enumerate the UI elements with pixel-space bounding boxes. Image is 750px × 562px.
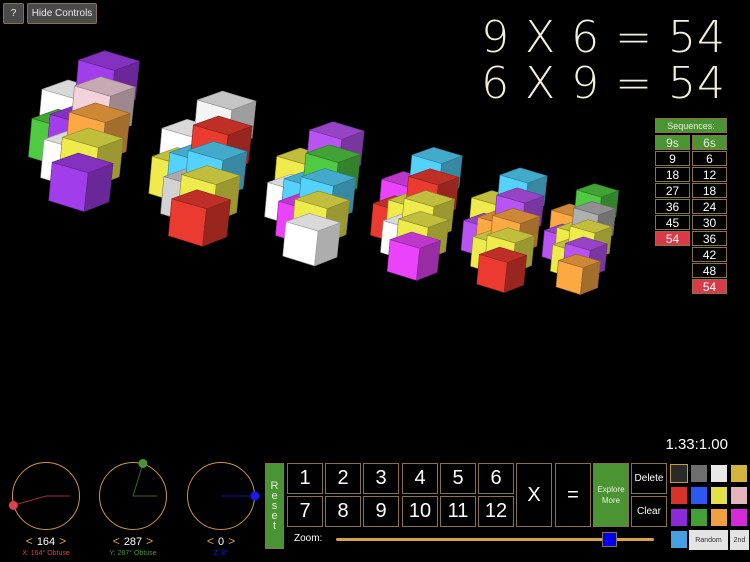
sequence-value: 27 xyxy=(655,183,690,198)
more-label: More xyxy=(601,496,621,505)
dial-handle[interactable] xyxy=(250,491,259,500)
number-button-10[interactable]: 10 xyxy=(402,496,438,527)
rotation-x-caption: X: 164° Obtuse xyxy=(22,550,70,557)
equation-primary: 9 X 6 = 54 xyxy=(481,12,726,63)
clear-button[interactable]: Clear xyxy=(631,496,667,527)
rotation-x-increment[interactable]: > xyxy=(59,534,66,548)
rotation-x-dial[interactable] xyxy=(8,462,80,530)
sequence-value: 18 xyxy=(692,183,727,198)
explore-more-button[interactable]: Explore More xyxy=(593,463,629,527)
number-button-6[interactable]: 6 xyxy=(478,463,514,494)
sequence-value: 54 xyxy=(692,279,727,294)
rotation-y-increment[interactable]: > xyxy=(146,534,153,548)
equation-commuted: 6 X 9 = 54 xyxy=(481,58,726,109)
color-swatch[interactable] xyxy=(690,486,708,505)
cube xyxy=(386,231,441,281)
rotation-y-caption: Y: 287° Obtuse xyxy=(109,550,157,557)
color-swatch[interactable] xyxy=(670,530,688,549)
number-button-7[interactable]: 7 xyxy=(287,496,323,527)
number-button-9[interactable]: 9 xyxy=(363,496,399,527)
sequence-value: 6 xyxy=(692,151,727,166)
zoom-label: Zoom: xyxy=(294,533,323,544)
sequence-value: 54 xyxy=(655,231,690,246)
reset-letter: t xyxy=(272,520,277,532)
cube xyxy=(282,213,341,267)
rotation-z-indicator xyxy=(220,491,259,500)
color-swatch[interactable] xyxy=(730,486,748,505)
color-swatch[interactable] xyxy=(670,464,688,483)
second-palette-button[interactable]: 2nd xyxy=(730,530,749,550)
rotation-y-indicator xyxy=(131,458,157,496)
number-button-2[interactable]: 2 xyxy=(325,463,361,494)
rotation-z-increment[interactable]: > xyxy=(228,534,235,548)
sequence-value: 36 xyxy=(655,199,690,214)
rotation-x-indicator xyxy=(8,495,70,510)
rotation-z-decrement[interactable]: < xyxy=(207,534,214,548)
number-button-12[interactable]: 12 xyxy=(478,496,514,527)
color-swatch[interactable] xyxy=(730,464,748,483)
sequence-value: 12 xyxy=(692,167,727,182)
cube xyxy=(476,246,528,293)
number-button-4[interactable]: 4 xyxy=(402,463,438,494)
sequence-value: 18 xyxy=(655,167,690,182)
sequence-value: 36 xyxy=(692,231,727,246)
rotation-z-dial[interactable] xyxy=(187,462,259,530)
sequence-value: 30 xyxy=(692,215,727,230)
number-button-8[interactable]: 8 xyxy=(325,496,361,527)
aspect-ratio-readout: 1.33:1.00 xyxy=(665,436,728,453)
cube xyxy=(168,189,231,247)
dial-needle xyxy=(131,462,157,496)
number-button-11[interactable]: 11 xyxy=(440,496,476,527)
sequence-value: 45 xyxy=(655,215,690,230)
cube xyxy=(555,253,601,295)
dial-handle[interactable] xyxy=(137,458,147,468)
sequences-title: Sequences: xyxy=(655,118,727,133)
number-button-3[interactable]: 3 xyxy=(363,463,399,494)
sequence-value: 9 xyxy=(655,151,690,166)
rotation-y-dial[interactable] xyxy=(99,458,167,530)
color-swatch[interactable] xyxy=(710,486,728,505)
random-color-button[interactable]: Random xyxy=(689,530,728,550)
number-button-5[interactable]: 5 xyxy=(440,463,476,494)
color-swatch[interactable] xyxy=(690,464,708,483)
rotation-y-decrement[interactable]: < xyxy=(113,534,120,548)
dial-needle xyxy=(12,495,70,506)
cube xyxy=(48,152,114,212)
color-swatch[interactable] xyxy=(710,508,728,527)
rotation-x-decrement[interactable]: < xyxy=(26,534,33,548)
sequence-header: 9s xyxy=(655,135,690,150)
zoom-slider-thumb[interactable] xyxy=(602,532,618,547)
rotation-z-stepper: <0 > xyxy=(181,534,261,548)
rotation-y-value: 287 xyxy=(123,536,143,548)
rotation-z-value: 0 xyxy=(217,536,225,548)
rotation-z-caption: Z: 0° xyxy=(213,550,229,557)
rotation-x-stepper: <164 > xyxy=(6,534,86,548)
times-button[interactable]: X xyxy=(516,463,552,527)
number-button-1[interactable]: 1 xyxy=(287,463,323,494)
sequence-column-6s: 6s 6 12 18 24 30 36 42 48 54 xyxy=(692,135,727,294)
reset-button[interactable]: R e s e t xyxy=(265,463,284,549)
sequences-panel: Sequences: 9s 9 18 27 36 45 54 6s 6 12 18 24 30 36 42… xyxy=(655,118,727,294)
equals-button[interactable]: = xyxy=(555,463,591,527)
dial-handle[interactable] xyxy=(8,500,18,510)
sequence-column-9s: 9s 9 18 27 36 45 54 xyxy=(655,135,690,294)
sequence-value: 42 xyxy=(692,247,727,262)
sequence-header: 6s xyxy=(692,135,727,150)
color-swatch[interactable] xyxy=(730,508,748,527)
delete-button[interactable]: Delete xyxy=(631,463,667,494)
color-swatch[interactable] xyxy=(710,464,728,483)
rotation-y-stepper: <287 > xyxy=(93,534,173,548)
color-swatch[interactable] xyxy=(690,508,708,527)
rotation-x-value: 164 xyxy=(36,536,56,548)
explore-label: Explore xyxy=(597,485,625,494)
color-swatch[interactable] xyxy=(670,508,688,527)
sequence-value: 24 xyxy=(692,199,727,214)
color-swatch[interactable] xyxy=(670,486,688,505)
sequence-value: 48 xyxy=(692,263,727,278)
